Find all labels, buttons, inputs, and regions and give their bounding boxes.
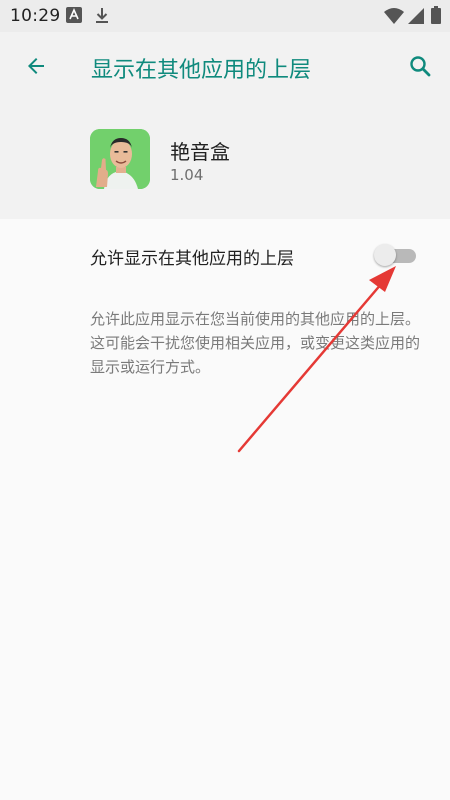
overlay-permission-description: 允许此应用显示在您当前使用的其他应用的上层。这可能会干扰您使用相关应用，或变更这… bbox=[90, 310, 421, 376]
wifi-icon bbox=[384, 8, 404, 28]
battery-icon bbox=[431, 6, 441, 28]
search-icon bbox=[410, 56, 431, 77]
settings-content: 允许显示在其他应用的上层 允许此应用显示在您当前使用的其他应用的上层。这可能会干… bbox=[0, 219, 450, 800]
overlay-permission-row[interactable]: 允许显示在其他应用的上层 bbox=[0, 233, 450, 279]
back-button[interactable] bbox=[18, 48, 54, 84]
download-icon bbox=[94, 7, 110, 29]
a-notification-icon bbox=[66, 7, 82, 27]
app-version: 1.04 bbox=[170, 166, 204, 184]
toggle-thumb bbox=[374, 244, 396, 266]
app-header: 艳音盒 1.04 bbox=[0, 100, 450, 219]
app-icon bbox=[90, 129, 150, 189]
arrow-back-icon bbox=[28, 58, 44, 74]
overlay-permission-toggle[interactable] bbox=[374, 244, 418, 268]
toolbar: 显示在其他应用的上层 bbox=[0, 32, 450, 100]
page-title: 显示在其他应用的上层 bbox=[91, 58, 312, 83]
overlay-permission-label: 允许显示在其他应用的上层 bbox=[90, 249, 294, 269]
app-name: 艳音盒 bbox=[170, 140, 230, 164]
search-button[interactable] bbox=[402, 48, 438, 84]
status-bar: 10:29 bbox=[0, 0, 450, 32]
signal-icon bbox=[408, 8, 424, 28]
status-time: 10:29 bbox=[10, 6, 61, 26]
